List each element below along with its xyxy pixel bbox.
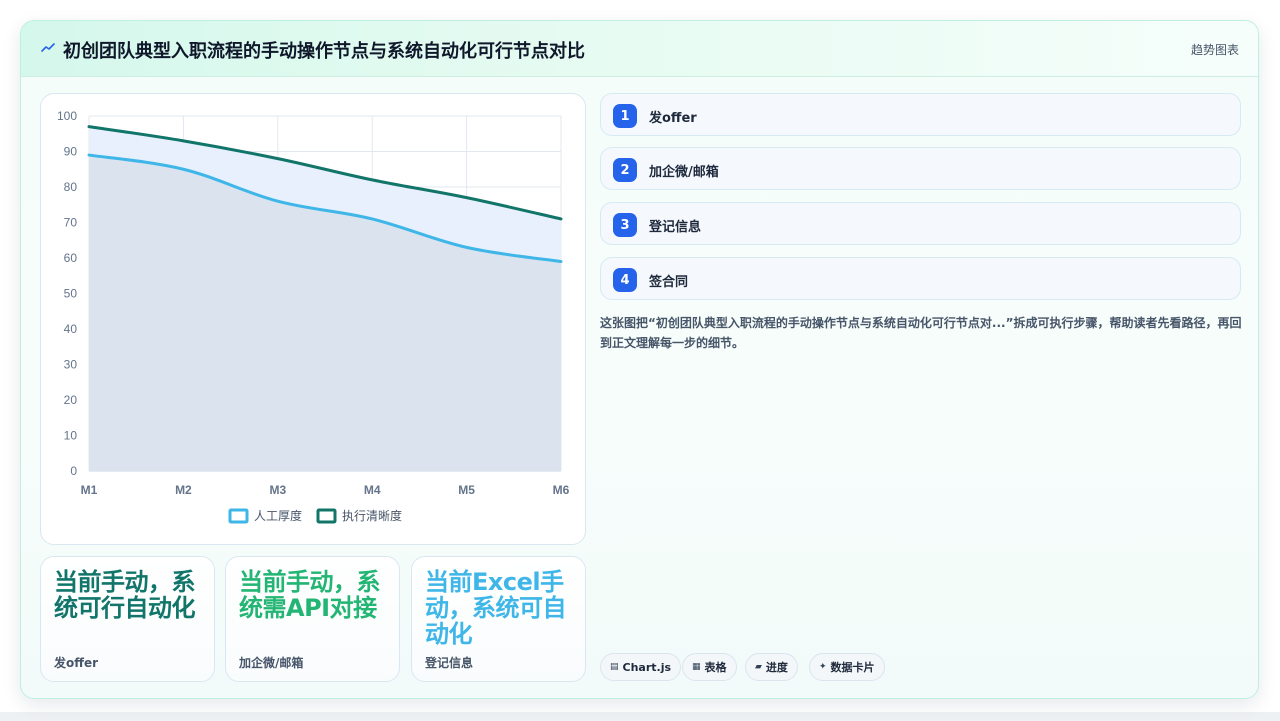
sparkle-icon: ✦ [819,662,827,672]
y-tick-label: 100 [57,109,77,123]
x-tick-label: M5 [458,483,475,497]
legend-swatch [228,508,249,524]
chip-progress[interactable]: ▰ 进度 [745,653,798,681]
x-tick-label: M1 [81,483,98,497]
y-tick-label: 30 [64,358,78,372]
y-tick-label: 20 [64,393,78,407]
page-title: 初创团队典型入职流程的手动操作节点与系统自动化可行节点对比 [63,41,585,62]
chip-data-card[interactable]: ✦ 数据卡片 [809,653,885,681]
step-number-badge: 3 [613,213,637,237]
page-bottom-band [0,712,1280,721]
chip-label: 进度 [765,661,788,674]
step-label: 签合同 [649,275,689,290]
y-tick-label: 70 [64,216,78,230]
chart-icon: ▤ [610,662,619,672]
stat-value: 当前手动，系统可行自动化 [54,568,196,622]
x-tick-label: M6 [553,483,570,497]
stat-card: 当前Excel手动，系统可自动化 登记信息 [411,556,586,682]
line-chart: 0 10 20 30 40 50 60 70 80 90 100 M1 M2 M3 M4 M5 M6 人工厚度 执行… [57,109,570,524]
stat-value: 当前Excel手动，系统可自动化 [425,568,567,648]
main-card: 初创团队典型入职流程的手动操作节点与系统自动化可行节点对比 趋势图表 0 10 20… [20,20,1259,699]
x-tick-label: M3 [269,483,286,497]
legend-swatch [316,508,337,524]
y-tick-label: 60 [64,251,78,265]
step-number-badge: 2 [613,158,637,182]
step-number-badge: 4 [613,268,637,292]
chip-label: 表格 [704,661,727,674]
step-item[interactable]: 1 发offer [600,93,1241,136]
x-tick-label: M2 [175,483,192,497]
stat-label: 加企微/邮箱 [239,656,304,670]
step-label: 登记信息 [649,220,702,235]
trend-icon [41,43,55,52]
chart-panel: 0 10 20 30 40 50 60 70 80 90 100 M1 M2 M3 M4 M5 M6 人工厚度 执行… [40,93,586,545]
step-item[interactable]: 2 加企微/邮箱 [600,147,1241,190]
card-header: 初创团队典型入职流程的手动操作节点与系统自动化可行节点对比 趋势图表 [21,21,1258,77]
chart-type-tag: 趋势图表 [1190,43,1239,57]
stat-label: 发offer [54,656,99,670]
chip-label: 数据卡片 [830,661,875,674]
legend-label: 执行清晰度 [342,508,402,523]
y-tick-label: 90 [64,145,78,159]
y-tick-label: 10 [64,429,78,443]
step-number-badge: 1 [613,104,637,128]
stat-value: 当前手动，系统需API对接 [239,568,381,622]
step-item[interactable]: 3 登记信息 [600,202,1241,245]
y-tick-label: 0 [70,464,77,478]
progress-icon: ▰ [755,662,762,672]
step-label: 发offer [649,111,697,126]
stat-card: 当前手动，系统需API对接 加企微/邮箱 [225,556,400,682]
legend-label: 人工厚度 [254,508,302,523]
table-icon: ▦ [692,662,701,672]
y-tick-label: 40 [64,322,78,336]
stat-card: 当前手动，系统可行自动化 发offer [40,556,215,682]
chip-table[interactable]: ▦ 表格 [682,653,737,681]
step-item[interactable]: 4 签合同 [600,257,1241,300]
chip-chartjs[interactable]: ▤ Chart.js [600,653,682,681]
step-label: 加企微/邮箱 [649,165,719,180]
x-tick-label: M4 [364,483,381,497]
chip-label: Chart.js [622,660,672,674]
y-tick-label: 80 [64,180,78,194]
chart-description: 这张图把“初创团队典型入职流程的手动操作节点与系统自动化可行节点对...”拆成可… [600,316,1242,350]
stat-label: 登记信息 [425,656,474,670]
y-tick-label: 50 [64,287,78,301]
